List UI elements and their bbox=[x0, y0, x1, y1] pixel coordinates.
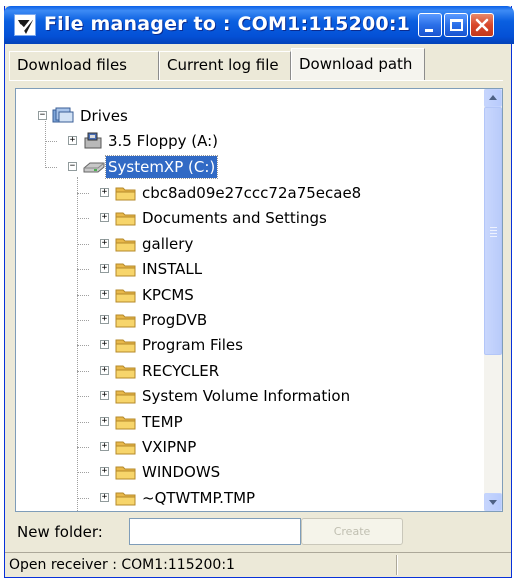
tree-line bbox=[45, 116, 46, 168]
expand-icon[interactable]: + bbox=[100, 391, 109, 400]
tree-node-label: System Volume Information bbox=[142, 387, 351, 405]
folder-icon bbox=[115, 187, 136, 201]
drives-icon bbox=[52, 107, 74, 123]
folder-icon bbox=[115, 492, 136, 506]
window-title: File manager to : COM1:115200:1 bbox=[44, 13, 411, 35]
tab-download-path[interactable]: Download path bbox=[291, 48, 425, 80]
tree-node-label: WINDOWS bbox=[142, 463, 221, 481]
expand-icon[interactable]: + bbox=[68, 136, 77, 145]
tree-line bbox=[77, 371, 89, 372]
tree-node-label: RECYCLER bbox=[142, 362, 220, 380]
expand-icon[interactable]: + bbox=[100, 239, 109, 248]
folder-icon bbox=[115, 390, 136, 404]
tree-line bbox=[77, 244, 89, 245]
expand-icon[interactable]: + bbox=[100, 340, 109, 349]
close-icon bbox=[475, 18, 489, 32]
hard-drive-icon bbox=[83, 162, 105, 173]
tree-node-label: Documents and Settings bbox=[142, 209, 327, 227]
tree-line bbox=[45, 167, 57, 168]
tree-line bbox=[45, 141, 57, 142]
expand-icon[interactable]: + bbox=[100, 188, 109, 197]
expand-icon[interactable]: + bbox=[100, 442, 109, 451]
tree-line bbox=[77, 396, 89, 397]
folder-icon bbox=[115, 314, 136, 328]
folder-icon bbox=[115, 212, 136, 226]
minimize-button[interactable] bbox=[418, 13, 442, 37]
create-button[interactable]: Create bbox=[301, 518, 403, 545]
folder-icon bbox=[115, 466, 136, 480]
expand-icon[interactable]: + bbox=[100, 213, 109, 222]
vertical-scrollbar[interactable] bbox=[484, 89, 502, 511]
folder-icon bbox=[115, 365, 136, 379]
collapse-icon[interactable]: − bbox=[68, 162, 77, 171]
grip-line bbox=[490, 233, 497, 234]
close-button[interactable] bbox=[470, 13, 494, 37]
folder-icon bbox=[115, 416, 136, 430]
tree-line bbox=[77, 498, 89, 499]
tree-line bbox=[77, 345, 89, 346]
floppy-icon bbox=[84, 132, 102, 149]
expand-icon[interactable]: + bbox=[100, 315, 109, 324]
status-bar: Open receiver : COM1:115200:1 bbox=[5, 552, 511, 576]
minimize-icon bbox=[425, 29, 433, 32]
folder-icon bbox=[115, 238, 136, 252]
expand-icon[interactable]: + bbox=[100, 290, 109, 299]
app-icon bbox=[14, 14, 36, 36]
expand-icon[interactable]: + bbox=[100, 366, 109, 375]
tree-line bbox=[77, 472, 89, 473]
grip-line bbox=[490, 236, 497, 237]
expand-icon[interactable]: + bbox=[100, 417, 109, 426]
tree-line bbox=[77, 269, 89, 270]
chevron-up-icon bbox=[489, 95, 497, 100]
tree-line bbox=[77, 218, 89, 219]
grip-line bbox=[490, 227, 497, 228]
tree-node-label: 3.5 Floppy (A:) bbox=[108, 132, 219, 150]
folder-icon bbox=[115, 339, 136, 353]
maximize-button[interactable] bbox=[444, 13, 468, 37]
collapse-icon[interactable]: − bbox=[38, 111, 47, 120]
title-bar[interactable]: File manager to : COM1:115200:1 bbox=[4, 6, 514, 44]
tree-line bbox=[77, 193, 89, 194]
new-folder-input[interactable] bbox=[129, 518, 301, 545]
tab-strip: Download files Current log file Download… bbox=[9, 48, 509, 80]
tree-line bbox=[77, 422, 89, 423]
folder-icon bbox=[115, 289, 136, 303]
expand-icon[interactable]: + bbox=[100, 493, 109, 502]
tree-node-label: Program Files bbox=[142, 336, 243, 354]
scroll-up-button[interactable] bbox=[484, 89, 502, 107]
tab-divider bbox=[9, 80, 503, 81]
grip-line bbox=[490, 230, 497, 231]
tab-download-files[interactable]: Download files bbox=[9, 51, 159, 80]
tree-node-label: ProgDVB bbox=[142, 311, 208, 329]
tree-node-label: KPCMS bbox=[142, 286, 194, 304]
file-manager-window: File manager to : COM1:115200:1 Download… bbox=[4, 6, 514, 578]
maximize-icon bbox=[450, 19, 463, 31]
folder-icon bbox=[115, 263, 136, 277]
scroll-down-button[interactable] bbox=[484, 493, 502, 511]
tab-current-log-file[interactable]: Current log file bbox=[159, 51, 291, 80]
directory-tree[interactable]: − Drives + 3.5 Floppy (A:) − SystemXP (C… bbox=[15, 88, 503, 512]
status-separator bbox=[396, 555, 398, 575]
folder-icon bbox=[115, 441, 136, 455]
tree-node-label: Drives bbox=[80, 107, 128, 125]
scroll-thumb[interactable] bbox=[484, 107, 502, 355]
status-text: Open receiver : COM1:115200:1 bbox=[9, 557, 235, 573]
tree-line bbox=[77, 320, 89, 321]
expand-icon[interactable]: + bbox=[100, 264, 109, 273]
expand-icon[interactable]: + bbox=[100, 467, 109, 476]
tree-node-label: ~QTWTMP.TMP bbox=[142, 489, 256, 507]
tree-node-label: VXIPNP bbox=[142, 438, 197, 456]
new-folder-label: New folder: bbox=[17, 523, 103, 541]
tree-line bbox=[77, 295, 89, 296]
tree-node-label: TEMP bbox=[142, 413, 183, 431]
chevron-down-icon bbox=[489, 500, 497, 505]
tree-line bbox=[77, 447, 89, 448]
tree-node-label: cbc8ad09e27ccc72a75ecae8 bbox=[142, 184, 362, 202]
tree-node-label: INSTALL bbox=[142, 260, 203, 278]
tree-node-label: gallery bbox=[142, 235, 194, 253]
tree-node-label: SystemXP (C:) bbox=[104, 155, 219, 179]
